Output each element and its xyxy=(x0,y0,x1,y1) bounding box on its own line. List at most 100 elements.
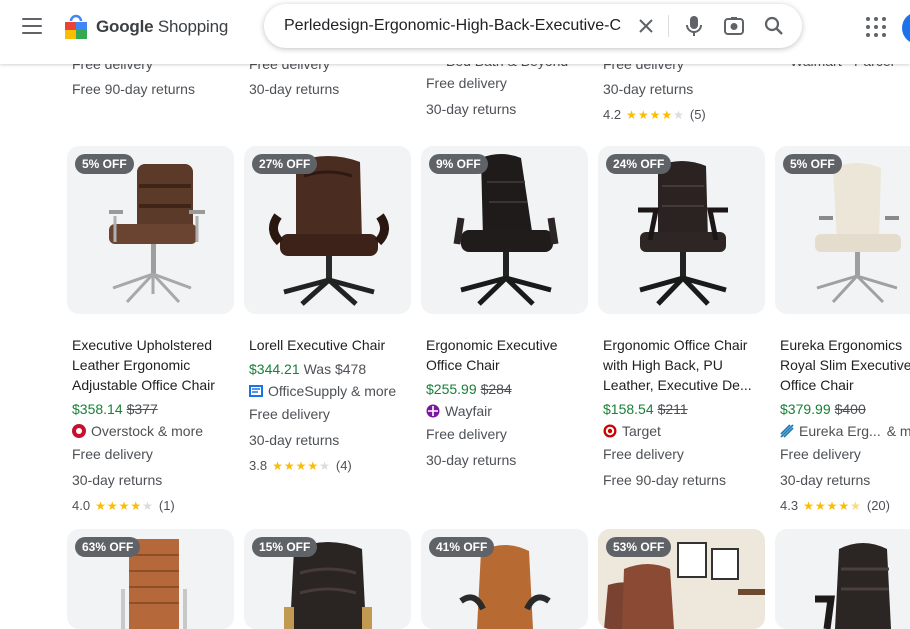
review-count: (20) xyxy=(866,498,890,513)
product-image[interactable]: 63% OFF xyxy=(67,529,234,629)
price: $379.99 xyxy=(780,401,831,417)
search-divider xyxy=(668,15,669,37)
returns-text: Free 90-day returns xyxy=(603,472,726,488)
rating-row: 4.2 ★★★★★ (5) xyxy=(603,107,706,122)
store-name: Overstock & more xyxy=(91,423,204,439)
discount-badge: 5% OFF xyxy=(783,154,842,174)
old-price: $400 xyxy=(834,401,866,417)
logo-text-google: Google xyxy=(96,17,154,36)
product-title[interactable]: Eureka Ergonomics Royal Slim Executive O… xyxy=(780,335,910,395)
top-bar: Google Shopping Perledesign-Ergonomic-Hi… xyxy=(0,0,910,64)
product-image[interactable]: 24% OFF xyxy=(598,146,765,314)
discount-badge: 15% OFF xyxy=(252,537,318,557)
delivery-text: Free delivery xyxy=(426,426,507,442)
discount-badge: 53% OFF xyxy=(606,537,672,557)
product-title[interactable]: Executive Upholstered Leather Ergonomic … xyxy=(72,335,232,395)
product-title[interactable]: Ergonomic Executive Office Chair xyxy=(426,335,586,375)
old-price: $211 xyxy=(657,401,688,417)
product-image[interactable]: 5% OFF xyxy=(67,146,234,314)
rating-row: 4.0 ★★★★★ (1) xyxy=(72,498,175,513)
price-row: $358.14 $377 xyxy=(72,401,158,417)
rating-row: 4.3 ★★★★★ (20) xyxy=(780,498,890,513)
returns-text: 30-day returns xyxy=(249,432,340,448)
discount-badge: 9% OFF xyxy=(429,154,488,174)
camera-lens-icon[interactable] xyxy=(722,14,746,38)
product-image[interactable]: 41% OFF xyxy=(421,529,588,629)
delivery-text: Free delivery xyxy=(249,406,330,422)
review-count: (5) xyxy=(689,107,706,122)
rating-value: 4.3 xyxy=(780,498,799,513)
store-name: Wayfair xyxy=(445,403,492,419)
store-row[interactable]: OfficeSupply & more xyxy=(249,383,396,399)
discount-badge: 27% OFF xyxy=(252,154,318,174)
store-row[interactable]: Overstock & more xyxy=(72,423,203,439)
returns-text: 30-day returns xyxy=(72,472,163,488)
store-row[interactable]: Eureka Erg... & m xyxy=(780,423,910,439)
eureka-logo-icon xyxy=(780,424,794,438)
store-more: & m xyxy=(886,423,910,439)
logo-text-shopping: Shopping xyxy=(157,17,229,36)
store-row[interactable]: Wayfair xyxy=(426,403,492,419)
returns-text: Free 90-day returns xyxy=(72,81,195,97)
product-title[interactable]: Ergonomic Office Chair with High Back, P… xyxy=(603,335,763,395)
product-image[interactable]: 53% OFF xyxy=(598,529,765,629)
delivery-text: Free delivery xyxy=(72,446,153,462)
store-name: Eureka Erg... xyxy=(799,423,881,439)
star-rating-icon: ★★★★★ xyxy=(803,498,862,513)
product-image[interactable] xyxy=(775,529,910,629)
price: $358.14 xyxy=(72,401,123,417)
rating-value: 3.8 xyxy=(249,458,268,473)
price-row: $344.21 Was $478 xyxy=(249,361,366,377)
google-shopping-logo[interactable]: Google Shopping xyxy=(64,14,228,40)
search-icon[interactable] xyxy=(762,14,786,38)
shopping-bag-logo-icon xyxy=(65,14,87,39)
rating-value: 4.2 xyxy=(603,107,622,122)
apps-icon[interactable] xyxy=(866,17,886,37)
returns-text: 30-day returns xyxy=(249,81,340,97)
returns-text: 30-day returns xyxy=(780,472,871,488)
old-price: $284 xyxy=(480,381,512,397)
returns-text: 30-day returns xyxy=(426,452,517,468)
target-logo-icon xyxy=(603,424,617,438)
microphone-icon[interactable] xyxy=(682,14,706,38)
star-rating-icon: ★★★★★ xyxy=(626,107,685,122)
delivery-text: Free delivery xyxy=(603,446,684,462)
was-price: Was $478 xyxy=(303,361,367,377)
discount-badge: 63% OFF xyxy=(75,537,141,557)
product-title[interactable]: Lorell Executive Chair xyxy=(249,335,409,355)
price: $255.99 xyxy=(426,381,477,397)
chair-image xyxy=(815,543,891,629)
price: $158.54 xyxy=(603,401,654,417)
menu-icon[interactable] xyxy=(22,18,42,34)
product-image[interactable]: 15% OFF xyxy=(244,529,411,629)
store-name: Target xyxy=(622,423,661,439)
officesupply-logo-icon xyxy=(249,385,263,397)
review-count: (1) xyxy=(158,498,175,513)
discount-badge: 41% OFF xyxy=(429,537,495,557)
review-count: (4) xyxy=(335,458,352,473)
price-row: $255.99 $284 xyxy=(426,381,512,397)
search-input[interactable]: Perledesign-Ergonomic-High-Back-Executiv… xyxy=(284,4,626,48)
product-image[interactable]: 9% OFF xyxy=(421,146,588,314)
clear-icon[interactable] xyxy=(634,14,658,38)
delivery-text: Free delivery xyxy=(426,75,507,91)
delivery-text: Free delivery xyxy=(780,446,861,462)
returns-text: 30-day returns xyxy=(603,81,694,97)
star-rating-icon: ★★★★★ xyxy=(95,498,154,513)
store-name: OfficeSupply & more xyxy=(268,383,397,399)
price-row: $379.99 $400 xyxy=(780,401,866,417)
avatar[interactable] xyxy=(902,12,910,44)
price: $344.21 xyxy=(249,361,300,377)
search-box: Perledesign-Ergonomic-High-Back-Executiv… xyxy=(264,4,802,48)
returns-text: 30-day returns xyxy=(426,101,517,117)
product-image[interactable]: 5% OFF xyxy=(775,146,910,314)
wayfair-logo-icon xyxy=(426,404,440,418)
discount-badge: 24% OFF xyxy=(606,154,672,174)
overstock-logo-icon xyxy=(72,424,86,438)
store-row[interactable]: Target xyxy=(603,423,661,439)
product-image[interactable]: 27% OFF xyxy=(244,146,411,314)
old-price: $377 xyxy=(126,401,158,417)
discount-badge: 5% OFF xyxy=(75,154,134,174)
rating-value: 4.0 xyxy=(72,498,91,513)
star-rating-icon: ★★★★★ xyxy=(272,458,331,473)
